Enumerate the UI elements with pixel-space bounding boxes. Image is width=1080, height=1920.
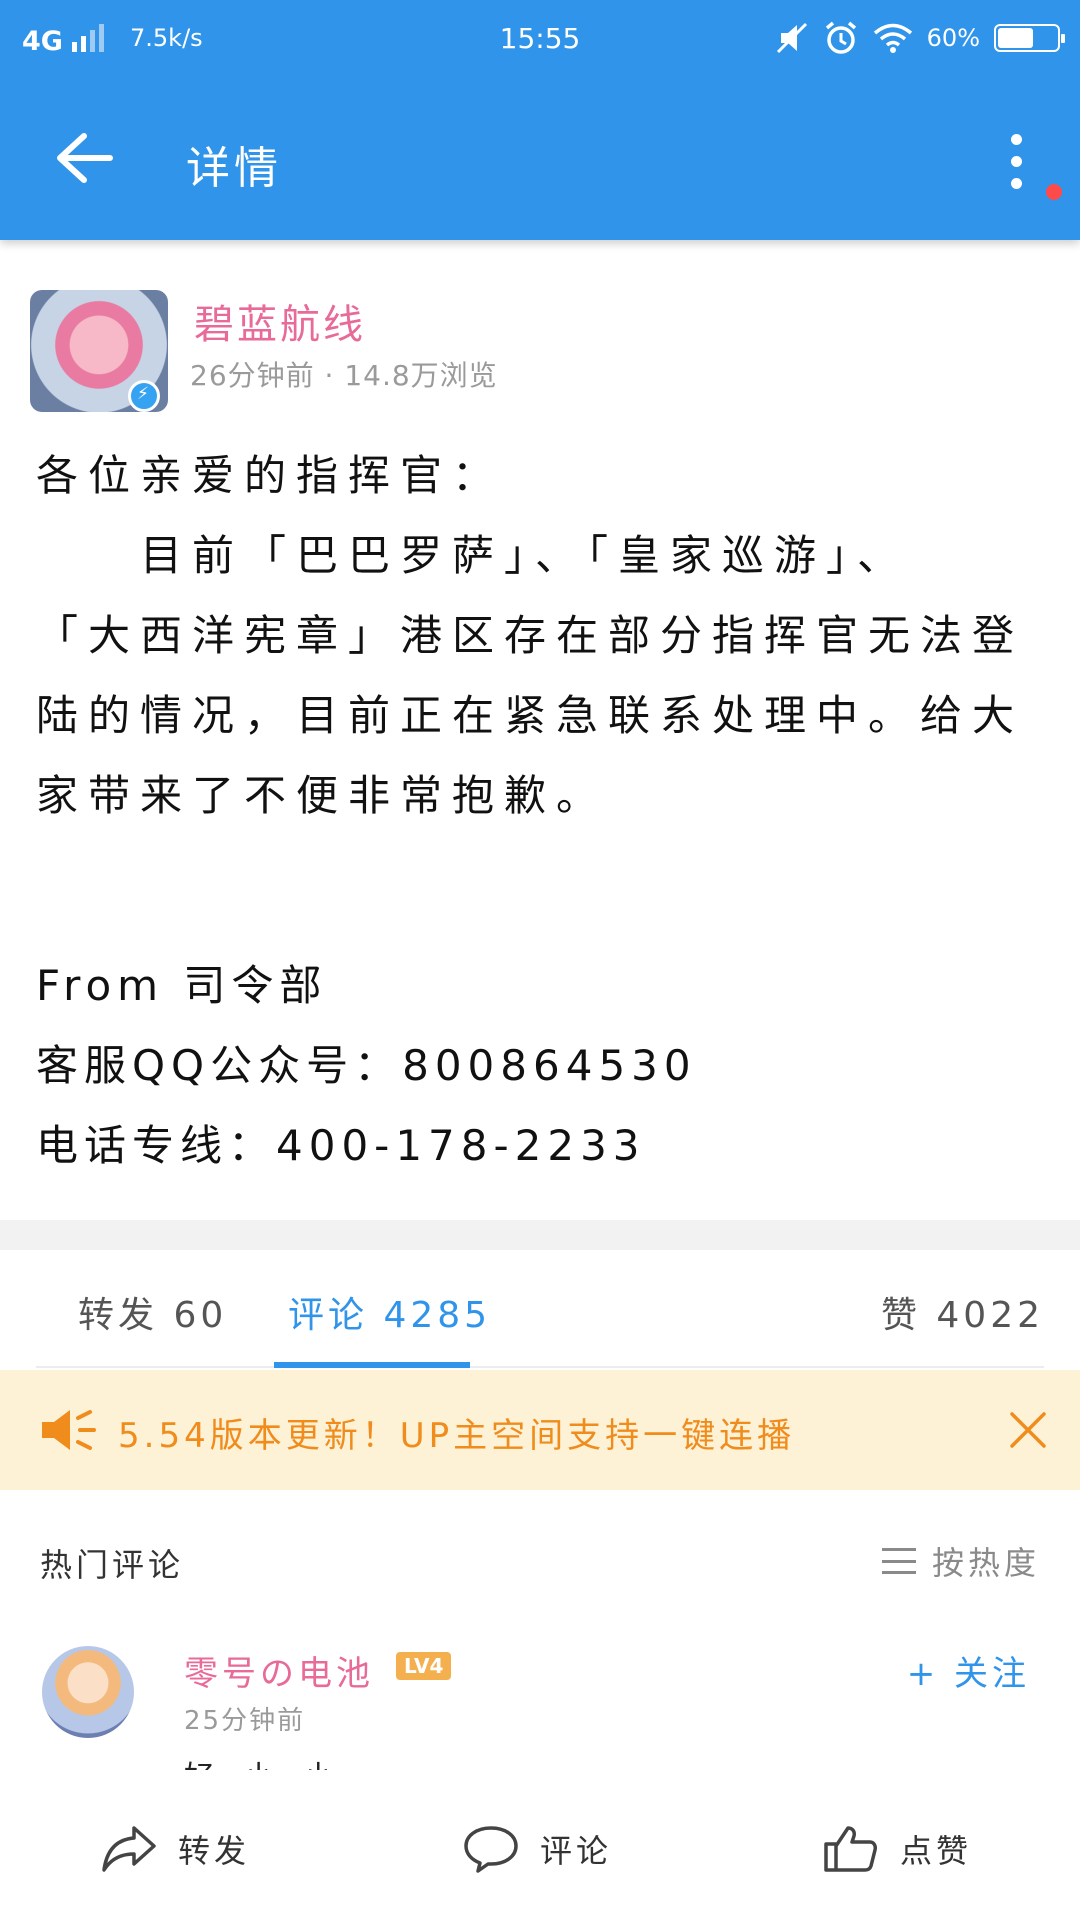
post-line: 目前「巴巴罗萨」、「皇家巡游」、 [36,531,910,580]
active-tab-indicator [274,1362,470,1368]
post-body: 各位亲爱的指挥官： 目前「巴巴罗萨」、「皇家巡游」、 「大西洋宪章」港区存在部分… [36,436,1046,1186]
signature-line: 电话专线：400-178-2233 [36,1121,646,1170]
announcement-banner[interactable]: 5.54版本更新！UP主空间支持一键连播 [0,1370,1080,1490]
signature-line: 客服QQ公众号：800864530 [36,1041,697,1090]
comment-time: 25分钟前 [184,1706,306,1736]
comment-item: 零号の电池 LV4 25分钟前 好 小 小 + 关注 [40,1640,1040,1770]
sort-by-hot-button[interactable]: 按热度 [881,1538,1040,1584]
post-line: 「大西洋宪章」港区存在部分指挥官无法登 [36,611,1025,660]
notification-dot [1046,184,1062,200]
sort-label: 按热度 [931,1544,1040,1582]
announcement-text: 5.54版本更新！UP主空间支持一键连播 [118,1416,796,1456]
speaker-icon [42,1410,96,1450]
verified-badge-icon [128,380,160,412]
battery-icon [994,24,1065,52]
more-options-icon[interactable] [1004,128,1028,192]
like-label: 点赞 [900,1832,973,1870]
app-bar: 详情 [0,78,1080,240]
page-title: 详情 [186,143,282,194]
comment-button[interactable]: 评论 [462,1824,612,1874]
back-arrow-icon[interactable] [52,128,116,188]
wifi-icon [873,23,912,53]
status-bar: 4G 7.5k/s 15:55 60% [0,0,1080,78]
status-right: 60% [775,16,1065,60]
signature-line: From 司令部 [36,961,328,1010]
battery-fill [998,28,1033,48]
comment-label: 评论 [540,1832,613,1870]
comment-text: 好 小 小 [184,1752,343,1770]
comment-bubble-icon [464,1826,518,1873]
share-arrow-icon [102,1826,156,1872]
alarm-icon [825,21,856,54]
like-button[interactable]: 点赞 [822,1824,972,1874]
commenter-name[interactable]: 零号の电池 [184,1646,374,1695]
mute-icon [776,22,807,54]
battery-percent: 60% [926,24,980,52]
bottom-action-bar: 转发 评论 点赞 [0,1780,1080,1920]
section-divider [0,1220,1080,1250]
tab-likes[interactable]: 赞 4022 [881,1286,1044,1338]
post-line: 各位亲爱的指挥官： [36,451,505,500]
tab-comments[interactable]: 评论 4285 [288,1286,491,1338]
level-badge: LV4 [396,1652,452,1680]
list-icon [881,1548,916,1574]
author-name[interactable]: 碧蓝航线 [194,292,366,350]
post-line: 陆的情况，目前正在紧急联系处理中。给大 [36,691,1025,740]
follow-button[interactable]: + 关注 [907,1646,1030,1695]
post-tabs: 转发 60 评论 4285 赞 4022 [36,1250,1044,1368]
hot-comments-heading: 热门评论 [40,1546,185,1584]
tab-repost[interactable]: 转发 60 [78,1286,227,1338]
post-meta: 26分钟前 · 14.8万浏览 [190,359,498,392]
thumbs-up-icon [824,1826,877,1872]
top-bar: 4G 7.5k/s 15:55 60% 详情 [0,0,1080,240]
author-header: 碧蓝航线 26分钟前 · 14.8万浏览 [30,290,1050,420]
repost-button[interactable]: 转发 [100,1824,250,1874]
repost-label: 转发 [178,1832,251,1870]
post-line: 家带来了不便非常抱歉。 [36,771,609,820]
commenter-avatar[interactable] [42,1646,134,1738]
close-icon[interactable] [1006,1408,1050,1452]
